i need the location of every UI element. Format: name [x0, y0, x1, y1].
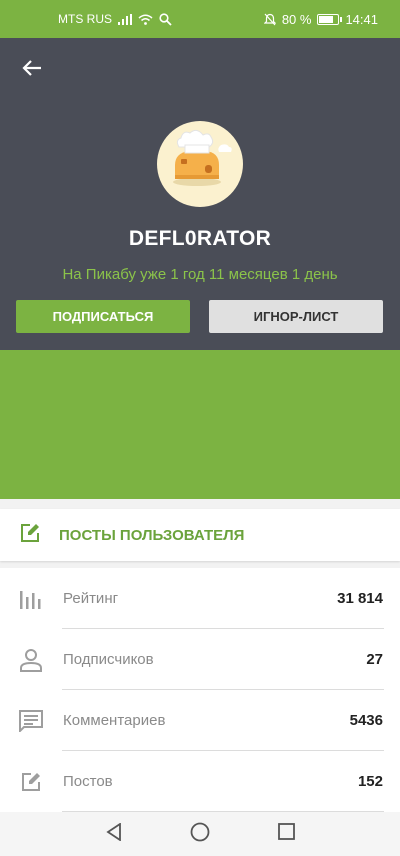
user-posts-link[interactable]: ПОСТЫ ПОЛЬЗОВАТЕЛЯ: [0, 509, 400, 561]
person-icon: [18, 647, 44, 673]
nav-back-button[interactable]: [104, 821, 124, 846]
ignore-list-button[interactable]: ИГНОР-ЛИСТ: [209, 300, 383, 333]
member-since-text: На Пикабу уже 1 год 11 месяцев 1 день: [62, 266, 338, 283]
stat-row-posts: Постов 152: [0, 751, 400, 812]
stat-label: Комментариев: [63, 712, 166, 729]
stat-value: 5436: [349, 712, 383, 729]
stat-label: Постов: [63, 773, 113, 790]
clock: 14:41: [345, 11, 378, 27]
nav-recents-button[interactable]: [276, 823, 296, 845]
user-posts-label: ПОСТЫ ПОЛЬЗОВАТЕЛЯ: [59, 526, 245, 544]
status-bar: MTS RUS 80 % 14:41: [0, 0, 400, 38]
avatar: [157, 121, 243, 207]
stat-row-comments: Комментариев 5436: [0, 690, 400, 751]
profile-header: DEFL0RATOR На Пикабу уже 1 год 11 месяце…: [0, 38, 400, 350]
arrow-back-icon: [22, 59, 42, 82]
triangle-back-icon: [106, 821, 122, 846]
stat-value: 31 814: [337, 590, 383, 607]
battery-level-fill: [319, 15, 334, 23]
nav-home-button[interactable]: [190, 822, 210, 847]
battery-icon: [317, 13, 343, 25]
carrier-name: MTS RUS: [58, 12, 112, 26]
stat-value: 27: [366, 651, 383, 668]
stat-label: Подписчиков: [63, 651, 154, 668]
stat-row-subscribers: Подписчиков 27: [0, 629, 400, 690]
stat-row-rating: Рейтинг 31 814: [0, 568, 400, 629]
edit-icon: [18, 769, 44, 795]
profile-banner: [0, 350, 400, 499]
navigation-bar: [0, 812, 400, 856]
battery-percent: 80 %: [281, 11, 312, 27]
search-icon: [159, 12, 172, 26]
square-recents-icon: [277, 823, 295, 845]
signal-icon: [118, 13, 132, 25]
stat-value: 152: [357, 773, 383, 790]
subscribe-button[interactable]: ПОДПИСАТЬСЯ: [16, 300, 190, 333]
username: DEFL0RATOR: [128, 227, 272, 250]
back-button[interactable]: [14, 54, 50, 86]
bar-chart-icon: [18, 586, 44, 612]
circle-home-icon: [190, 822, 210, 847]
stats-list: Рейтинг 31 814 Подписчиков 27 Комментари…: [0, 568, 400, 812]
stat-label: Рейтинг: [63, 590, 119, 607]
wifi-icon: [138, 14, 153, 25]
edit-icon: [19, 522, 41, 549]
alarm-off-icon: [263, 13, 276, 26]
comment-icon: [18, 708, 44, 734]
